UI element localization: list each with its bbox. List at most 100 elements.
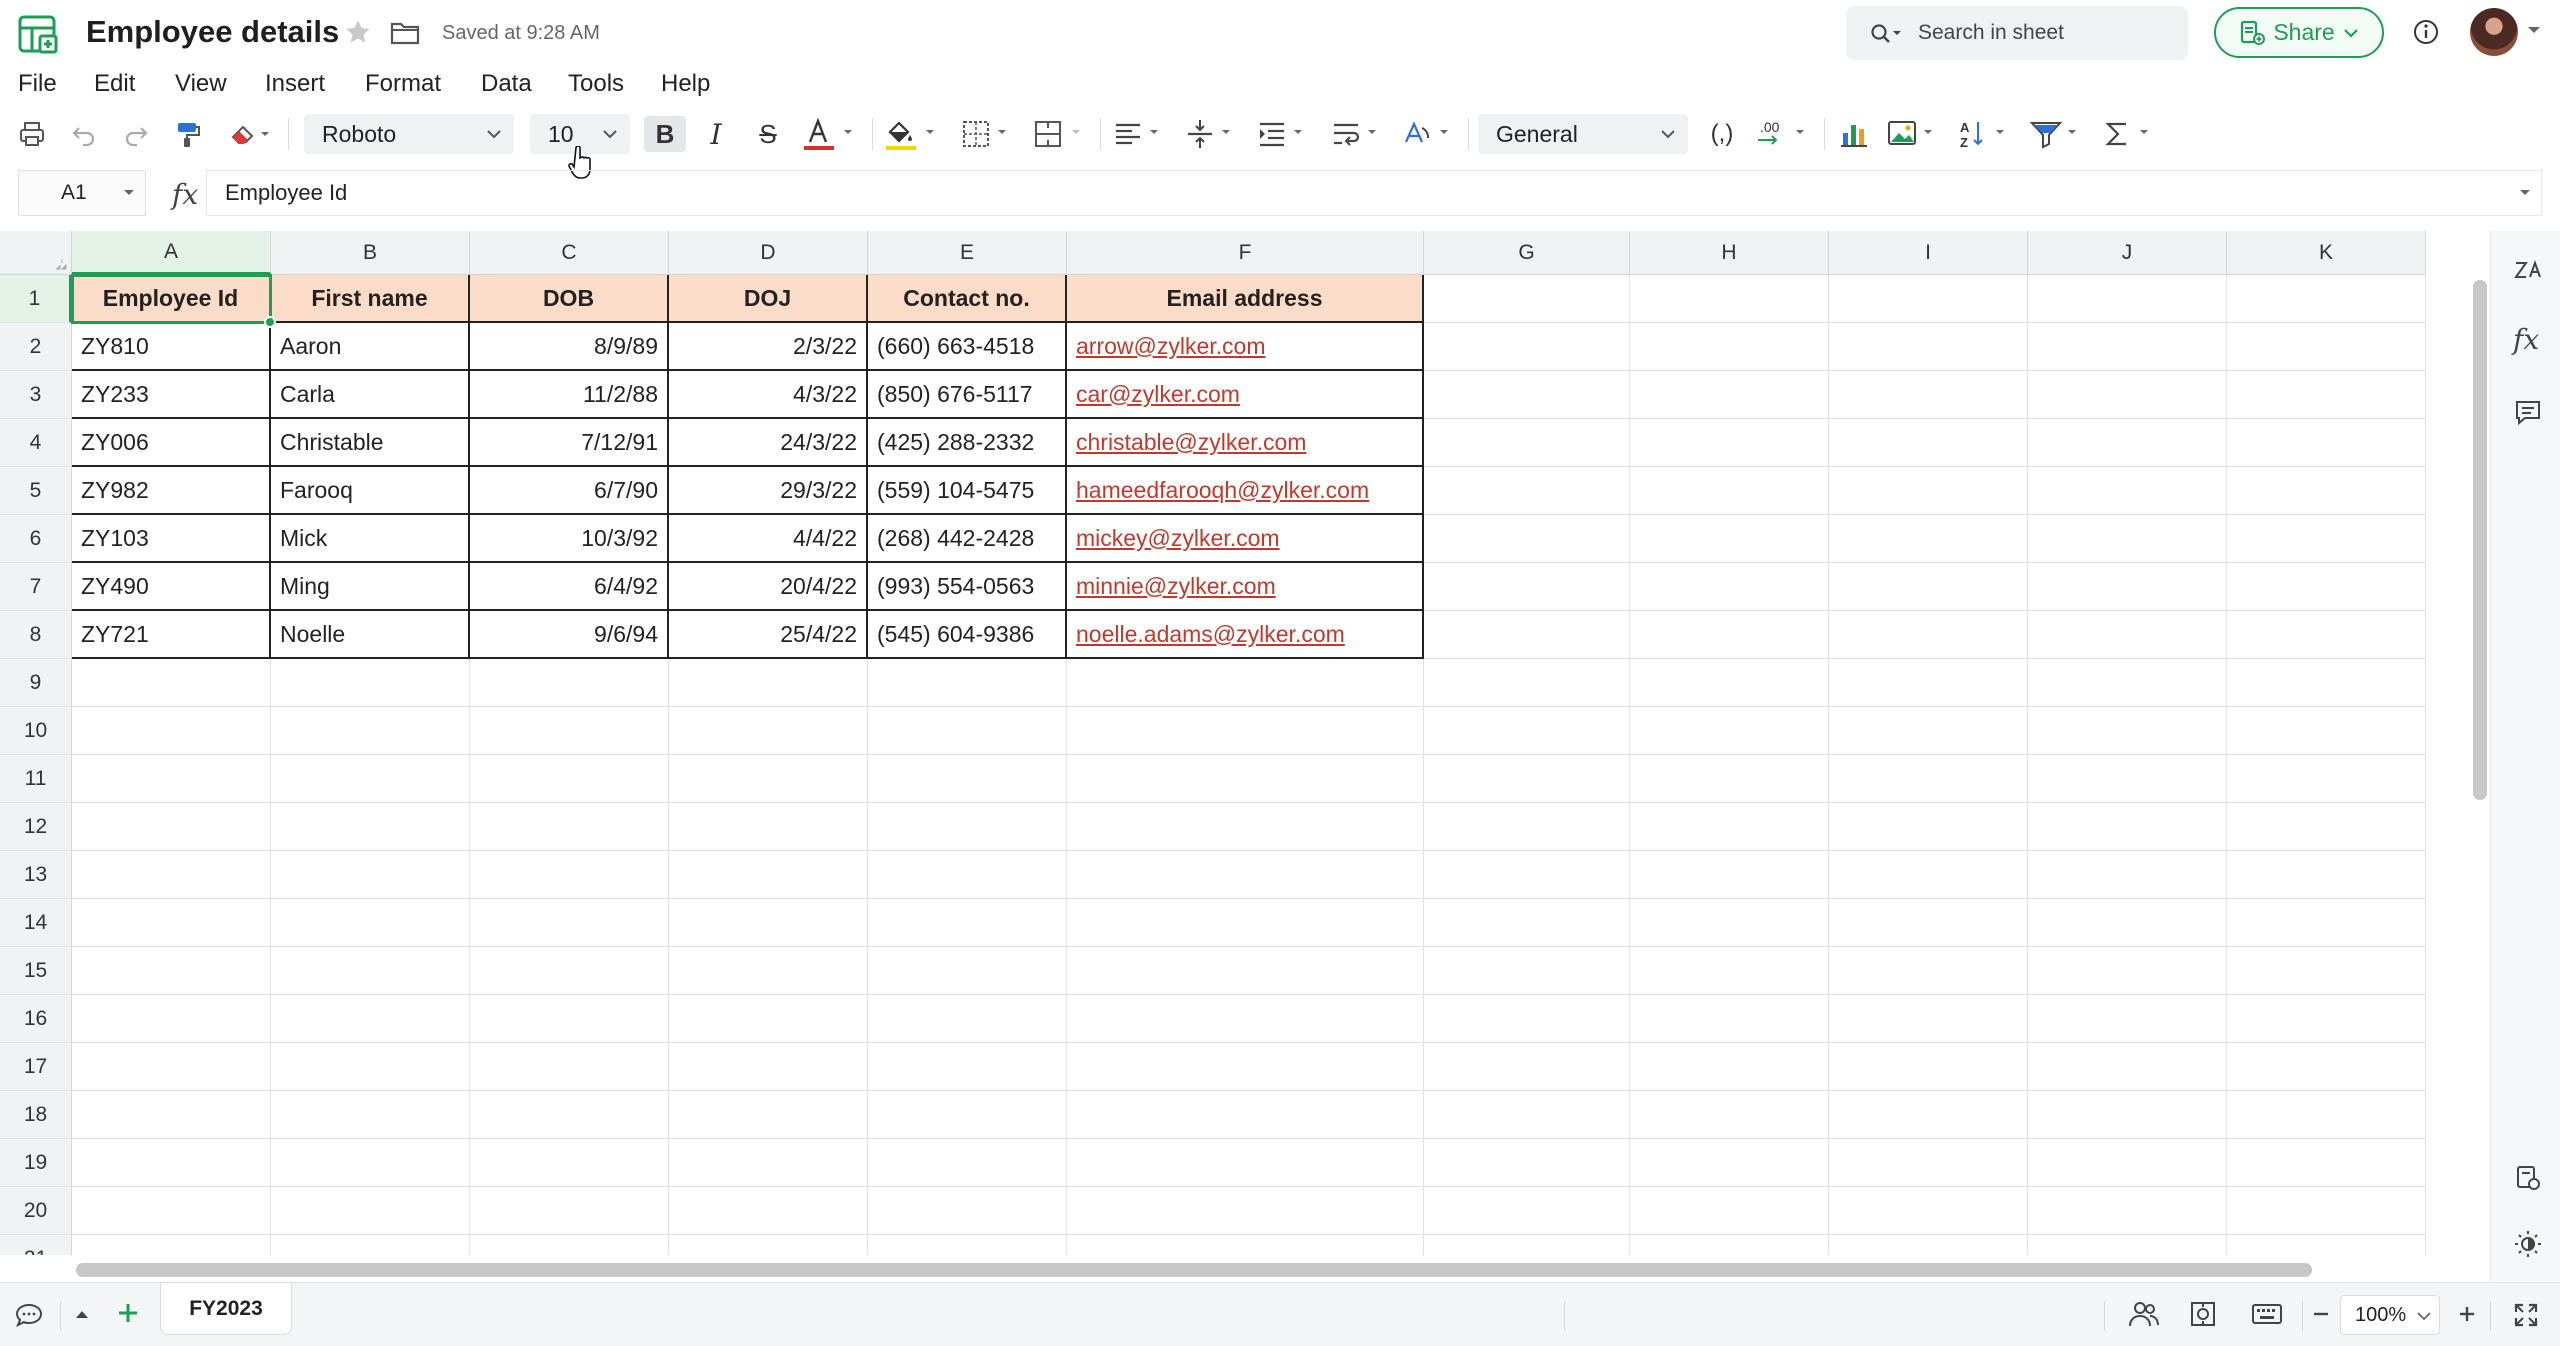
empty-cell[interactable] — [2227, 755, 2426, 803]
data-cell[interactable]: (850) 676-5117 — [868, 371, 1067, 419]
empty-cell[interactable] — [2227, 803, 2426, 851]
data-cell[interactable]: Ming — [271, 563, 470, 611]
empty-cell[interactable] — [72, 1235, 271, 1255]
column-header-c[interactable]: C — [470, 231, 669, 275]
search-box[interactable] — [1846, 6, 2188, 60]
chat-icon[interactable] — [14, 1301, 44, 1329]
email-link-cell[interactable]: mickey@zylker.com — [1067, 515, 1424, 563]
column-header-d[interactable]: D — [669, 231, 868, 275]
empty-cell[interactable] — [2227, 1139, 2426, 1187]
empty-cell[interactable] — [1424, 515, 1630, 563]
text-rotation-button[interactable] — [1400, 116, 1460, 152]
empty-cell[interactable] — [669, 947, 868, 995]
email-link-cell[interactable]: car@zylker.com — [1067, 371, 1424, 419]
empty-cell[interactable] — [1067, 899, 1424, 947]
empty-cell[interactable] — [1424, 995, 1630, 1043]
data-cell[interactable]: (425) 288-2332 — [868, 419, 1067, 467]
empty-cell[interactable] — [669, 755, 868, 803]
data-cell[interactable]: Farooq — [271, 467, 470, 515]
empty-cell[interactable] — [2028, 1043, 2227, 1091]
empty-cell[interactable] — [1829, 419, 2028, 467]
header-cell[interactable]: Employee Id — [72, 275, 271, 323]
header-cell[interactable]: DOB — [470, 275, 669, 323]
empty-cell[interactable] — [72, 1187, 271, 1235]
empty-cell[interactable] — [1067, 995, 1424, 1043]
number-format-select[interactable]: General — [1478, 114, 1688, 154]
empty-cell[interactable] — [1630, 1091, 1829, 1139]
comments-icon[interactable] — [2513, 397, 2543, 427]
empty-cell[interactable] — [2028, 707, 2227, 755]
empty-cell[interactable] — [1829, 1091, 2028, 1139]
column-header-a[interactable]: A — [72, 231, 271, 275]
row-header-12[interactable]: 12 — [0, 803, 72, 851]
vertical-scrollbar[interactable] — [2473, 280, 2487, 800]
data-cell[interactable]: 24/3/22 — [669, 419, 868, 467]
empty-cell[interactable] — [1067, 803, 1424, 851]
column-header-e[interactable]: E — [868, 231, 1067, 275]
empty-cell[interactable] — [2028, 275, 2227, 323]
row-header-19[interactable]: 19 — [0, 1139, 72, 1187]
email-link-cell[interactable]: christable@zylker.com — [1067, 419, 1424, 467]
email-link-cell[interactable]: hameedfarooqh@zylker.com — [1067, 467, 1424, 515]
row-header-11[interactable]: 11 — [0, 755, 72, 803]
empty-cell[interactable] — [2028, 1139, 2227, 1187]
empty-cell[interactable] — [470, 1139, 669, 1187]
data-cell[interactable]: Christable — [271, 419, 470, 467]
insert-chart-button[interactable] — [1834, 116, 1874, 152]
horizontal-scrollbar[interactable] — [76, 1263, 2312, 1277]
empty-cell[interactable] — [271, 851, 470, 899]
empty-cell[interactable] — [2227, 851, 2426, 899]
empty-cell[interactable] — [2028, 755, 2227, 803]
empty-cell[interactable] — [1067, 1139, 1424, 1187]
data-cell[interactable]: 29/3/22 — [669, 467, 868, 515]
empty-cell[interactable] — [1630, 1187, 1829, 1235]
empty-cell[interactable] — [1067, 947, 1424, 995]
empty-cell[interactable] — [669, 1187, 868, 1235]
empty-cell[interactable] — [2028, 1235, 2227, 1255]
empty-cell[interactable] — [1424, 419, 1630, 467]
empty-cell[interactable] — [1424, 563, 1630, 611]
empty-cell[interactable] — [72, 947, 271, 995]
data-cell[interactable]: Mick — [271, 515, 470, 563]
empty-cell[interactable] — [2028, 947, 2227, 995]
empty-cell[interactable] — [1829, 515, 2028, 563]
select-all-corner[interactable] — [0, 231, 72, 275]
empty-cell[interactable] — [470, 707, 669, 755]
empty-cell[interactable] — [1424, 1091, 1630, 1139]
strikethrough-button[interactable]: S — [750, 116, 786, 152]
row-header-6[interactable]: 6 — [0, 515, 72, 563]
column-header-j[interactable]: J — [2028, 231, 2227, 275]
empty-cell[interactable] — [2227, 515, 2426, 563]
empty-cell[interactable] — [868, 995, 1067, 1043]
empty-cell[interactable] — [470, 947, 669, 995]
collaborators-icon[interactable] — [2128, 1299, 2160, 1329]
empty-cell[interactable] — [2227, 1091, 2426, 1139]
empty-cell[interactable] — [2028, 371, 2227, 419]
empty-cell[interactable] — [2028, 803, 2227, 851]
empty-cell[interactable] — [1829, 371, 2028, 419]
name-box[interactable]: A1 — [18, 170, 146, 216]
empty-cell[interactable] — [1630, 563, 1829, 611]
empty-cell[interactable] — [669, 1091, 868, 1139]
menu-insert[interactable]: Insert — [265, 70, 325, 98]
empty-cell[interactable] — [271, 755, 470, 803]
empty-cell[interactable] — [2227, 947, 2426, 995]
fullscreen-icon[interactable] — [2512, 1301, 2540, 1329]
empty-cell[interactable] — [1630, 707, 1829, 755]
empty-cell[interactable] — [1630, 1235, 1829, 1255]
header-cell[interactable]: Email address — [1067, 275, 1424, 323]
fit-to-screen-icon[interactable] — [2188, 1299, 2218, 1329]
empty-cell[interactable] — [868, 1043, 1067, 1091]
empty-cell[interactable] — [1829, 995, 2028, 1043]
italic-button[interactable]: I — [698, 116, 734, 152]
data-cell[interactable]: 6/4/92 — [470, 563, 669, 611]
empty-cell[interactable] — [1424, 1043, 1630, 1091]
empty-cell[interactable] — [669, 803, 868, 851]
row-header-5[interactable]: 5 — [0, 467, 72, 515]
empty-cell[interactable] — [2227, 899, 2426, 947]
print-icon[interactable] — [14, 116, 50, 152]
empty-cell[interactable] — [2227, 275, 2426, 323]
email-link-cell[interactable]: arrow@zylker.com — [1067, 323, 1424, 371]
row-header-16[interactable]: 16 — [0, 995, 72, 1043]
empty-cell[interactable] — [1829, 803, 2028, 851]
